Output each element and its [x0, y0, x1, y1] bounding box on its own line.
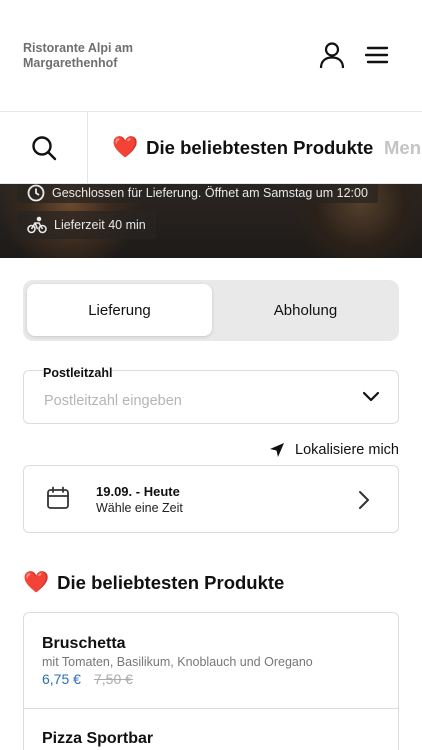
location-arrow-icon [270, 443, 285, 457]
category-tab-label: Die beliebtesten Produkte [146, 137, 374, 158]
delivery-time: Lieferzeit 40 min [17, 211, 156, 239]
bicycle-icon [27, 216, 47, 234]
product-name: Bruschetta [42, 635, 126, 652]
delivery-time-text: Lieferzeit 40 min [54, 218, 146, 232]
product-price: 6,75 € [42, 671, 81, 687]
locate-me-label: Lokalisiere mich [295, 442, 399, 458]
pickup-tab[interactable]: Abholung [213, 284, 398, 336]
hero-banner: Geschlossen für Lieferung. Öffnet am Sam… [0, 184, 422, 258]
clock-icon [27, 184, 45, 202]
app-header: Ristorante Alpi am Margarethenhof [0, 0, 422, 112]
product-card[interactable]: Bruschetta mit Tomaten, Basilikum, Knobl… [24, 613, 398, 709]
category-tab-menu[interactable]: Men [384, 112, 421, 183]
search-button[interactable] [0, 112, 88, 183]
chevron-down-icon [362, 389, 380, 407]
product-list: Bruschetta mit Tomaten, Basilikum, Knobl… [23, 612, 399, 750]
category-bar: ❤️ Die beliebtesten Produkte Men [0, 112, 422, 184]
section-title-text: Die beliebtesten Produkte [57, 572, 285, 593]
product-name: Pizza Sportbar [42, 730, 154, 747]
postal-code-label: Postleitzahl [43, 366, 113, 380]
postal-code-placeholder: Postleitzahl eingeben [44, 393, 182, 409]
selected-date: 19.09. - Heute [96, 484, 180, 499]
category-tab-popular[interactable]: ❤️ Die beliebtesten Produkte [112, 112, 374, 183]
calendar-icon [46, 486, 70, 515]
product-description: mit Tomaten, Basilikum, Knoblauch und Or… [42, 655, 313, 669]
chevron-right-icon [358, 490, 370, 515]
user-icon[interactable] [317, 40, 347, 70]
restaurant-name: Ristorante Alpi am Margarethenhof [23, 41, 133, 70]
date-time-picker[interactable]: 19.09. - Heute Wähle eine Zeit [23, 465, 399, 533]
hamburger-menu-icon[interactable] [362, 40, 392, 70]
locate-me-button[interactable]: Lokalisiere mich [269, 440, 399, 460]
product-card[interactable]: Pizza Sportbar [24, 709, 398, 750]
search-icon [31, 136, 56, 161]
heart-icon: ❤️ [112, 136, 139, 159]
heart-icon: ❤️ [23, 571, 50, 594]
closed-notice-text: Geschlossen für Lieferung. Öffnet am Sam… [52, 186, 368, 200]
category-tab-label: Men [384, 137, 421, 158]
product-old-price: 7,50 € [94, 671, 133, 687]
closed-notice: Geschlossen für Lieferung. Öffnet am Sam… [17, 184, 378, 203]
choose-time-text: Wähle eine Zeit [96, 501, 183, 515]
section-title: ❤️ Die beliebtesten Produkte [23, 571, 284, 595]
order-mode-toggle: Lieferung Abholung [23, 280, 399, 341]
delivery-tab[interactable]: Lieferung [27, 284, 212, 336]
